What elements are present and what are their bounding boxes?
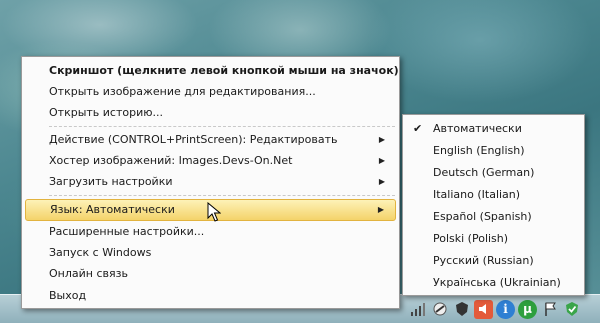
submenu-arrow-icon: ▶ [378, 177, 385, 186]
torrent-icon[interactable]: µ [518, 299, 537, 319]
menu-item-open-history[interactable]: Открыть историю... [25, 102, 396, 124]
language-option-label: Автоматически [433, 122, 522, 135]
signal-bars-icon[interactable] [408, 300, 427, 319]
language-option-label: Deutsch (German) [433, 166, 535, 179]
menu-item-online-contact[interactable]: Онлайн связь [25, 263, 396, 285]
menu-item-advanced-settings[interactable]: Расширенные настройки... [25, 221, 396, 243]
menu-item-label: Действие (CONTROL+PrintScreen): Редактир… [49, 133, 338, 146]
menu-item-label: Расширенные настройки... [49, 225, 205, 238]
language-option-label: Italiano (Italian) [433, 188, 521, 201]
menu-separator [49, 195, 395, 196]
menu-item-label: Выход [49, 289, 87, 302]
menu-item-open-image[interactable]: Открыть изображение для редактирования..… [25, 81, 396, 103]
security-shield-icon[interactable] [562, 300, 581, 319]
submenu-arrow-icon: ▶ [377, 205, 384, 214]
system-tray: i µ [408, 297, 581, 321]
menu-item-screenshot[interactable]: Скриншот (щелкните левой кнопкой мыши на… [25, 60, 399, 82]
menu-item-load-settings[interactable]: Загрузить настройки ▶ [25, 171, 396, 193]
language-submenu: ✔ Автоматически English (English) Deutsc… [402, 114, 585, 296]
menu-item-action[interactable]: Действие (CONTROL+PrintScreen): Редактир… [25, 129, 396, 151]
language-option-label: Español (Spanish) [433, 210, 532, 223]
language-option-auto[interactable]: ✔ Автоматически [406, 118, 581, 140]
mouse-cursor-icon [207, 202, 221, 222]
menu-item-label: Хостер изображений: Images.Devs-On.Net [49, 154, 293, 167]
language-option-polish[interactable]: Polski (Polish) [406, 228, 581, 250]
context-menu: Скриншот (щелкните левой кнопкой мыши на… [21, 56, 400, 309]
language-option-label: Українська (Ukrainian) [433, 276, 561, 289]
menu-separator [49, 126, 395, 127]
menu-item-label: Скриншот (щелкните левой кнопкой мыши на… [49, 64, 399, 77]
language-option-italian[interactable]: Italiano (Italian) [406, 184, 581, 206]
language-option-spanish[interactable]: Español (Spanish) [406, 206, 581, 228]
info-icon[interactable]: i [496, 299, 515, 319]
menu-item-label: Онлайн связь [49, 267, 128, 280]
menu-item-start-with-windows[interactable]: Запуск с Windows [25, 242, 396, 264]
language-option-label: Polski (Polish) [433, 232, 509, 245]
language-option-ukrainian[interactable]: Українська (Ukrainian) [406, 272, 581, 294]
language-option-russian[interactable]: Русский (Russian) [406, 250, 581, 272]
menu-item-label: Язык: Автоматически [50, 203, 175, 216]
submenu-arrow-icon: ▶ [378, 156, 385, 165]
menu-item-label: Запуск с Windows [49, 246, 152, 259]
menu-item-image-host[interactable]: Хостер изображений: Images.Devs-On.Net ▶ [25, 150, 396, 172]
menu-item-label: Загрузить настройки [49, 175, 173, 188]
language-option-german[interactable]: Deutsch (German) [406, 162, 581, 184]
shield-icon[interactable] [452, 300, 471, 319]
volume-icon[interactable] [474, 299, 493, 319]
language-option-label: Русский (Russian) [433, 254, 534, 267]
screenshot-app-icon[interactable] [430, 300, 449, 319]
checkmark-icon: ✔ [413, 122, 423, 135]
menu-item-exit[interactable]: Выход [25, 285, 396, 307]
menu-item-label: Открыть историю... [49, 106, 163, 119]
menu-item-label: Открыть изображение для редактирования..… [49, 85, 316, 98]
language-option-label: English (English) [433, 144, 525, 157]
submenu-arrow-icon: ▶ [378, 135, 385, 144]
language-option-english[interactable]: English (English) [406, 140, 581, 162]
action-center-flag-icon[interactable] [540, 300, 559, 319]
